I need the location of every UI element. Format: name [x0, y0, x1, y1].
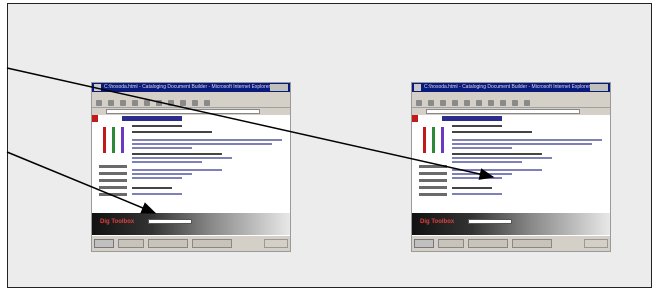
home-icon[interactable]	[464, 100, 470, 106]
toolbar[interactable]	[92, 98, 290, 108]
print-icon[interactable]	[524, 100, 530, 106]
window-titlebar: C:\hosoda.html - Cataloging Document Bui…	[92, 83, 290, 92]
logo-icon	[102, 127, 126, 153]
taskbar-item[interactable]	[468, 239, 508, 248]
mail-icon[interactable]	[512, 100, 518, 106]
browser-screenshot-right: C:\hosoda.html - Cataloging Document Bui…	[411, 82, 611, 252]
address-input[interactable]	[106, 109, 260, 114]
browser-icon	[94, 84, 101, 91]
page-accent	[92, 115, 98, 122]
window-controls[interactable]	[590, 84, 608, 91]
stop-icon[interactable]	[440, 100, 446, 106]
forward-icon[interactable]	[108, 100, 114, 106]
footer-input[interactable]	[148, 219, 192, 224]
search-icon[interactable]	[156, 100, 162, 106]
system-tray	[584, 239, 608, 248]
page-footer: Dig Toolbox	[412, 213, 610, 235]
page-footer: Dig Toolbox	[92, 213, 290, 235]
search-icon[interactable]	[476, 100, 482, 106]
toolbar[interactable]	[412, 98, 610, 108]
history-icon[interactable]	[180, 100, 186, 106]
history-icon[interactable]	[500, 100, 506, 106]
address-bar	[92, 108, 290, 115]
mail-icon[interactable]	[192, 100, 198, 106]
system-tray	[264, 239, 288, 248]
favorites-icon[interactable]	[488, 100, 494, 106]
footer-brand: Dig Toolbox	[100, 219, 135, 225]
window-titlebar: C:\hosoda.html - Cataloging Document Bui…	[412, 83, 610, 92]
taskbar-item[interactable]	[438, 239, 464, 248]
page-accent	[412, 115, 418, 122]
browser-icon	[414, 84, 421, 91]
taskbar-item[interactable]	[148, 239, 188, 248]
slide-frame: C:\hosoda.html - Cataloging Document Bui…	[7, 3, 652, 288]
back-icon[interactable]	[96, 100, 102, 106]
print-icon[interactable]	[204, 100, 210, 106]
taskbar	[412, 235, 610, 251]
refresh-icon[interactable]	[452, 100, 458, 106]
page-nav-strip[interactable]	[122, 116, 182, 121]
window-title: C:\hosoda.html - Cataloging Document Bui…	[424, 84, 591, 90]
start-button[interactable]	[94, 239, 114, 248]
window-title: C:\hosoda.html - Cataloging Document Bui…	[104, 84, 271, 90]
footer-brand: Dig Toolbox	[420, 219, 455, 225]
taskbar	[92, 235, 290, 251]
logo-icon	[422, 127, 446, 153]
address-bar	[412, 108, 610, 115]
forward-icon[interactable]	[428, 100, 434, 106]
start-button[interactable]	[414, 239, 434, 248]
side-navigation[interactable]	[415, 165, 447, 200]
taskbar-item[interactable]	[192, 239, 232, 248]
window-controls[interactable]	[270, 84, 288, 91]
browser-screenshot-left: C:\hosoda.html - Cataloging Document Bui…	[91, 82, 291, 252]
side-navigation[interactable]	[95, 165, 127, 200]
stop-icon[interactable]	[120, 100, 126, 106]
address-input[interactable]	[426, 109, 580, 114]
back-icon[interactable]	[416, 100, 422, 106]
taskbar-item[interactable]	[512, 239, 552, 248]
footer-input[interactable]	[468, 219, 512, 224]
taskbar-item[interactable]	[118, 239, 144, 248]
favorites-icon[interactable]	[168, 100, 174, 106]
home-icon[interactable]	[144, 100, 150, 106]
page-nav-strip[interactable]	[442, 116, 502, 121]
refresh-icon[interactable]	[132, 100, 138, 106]
